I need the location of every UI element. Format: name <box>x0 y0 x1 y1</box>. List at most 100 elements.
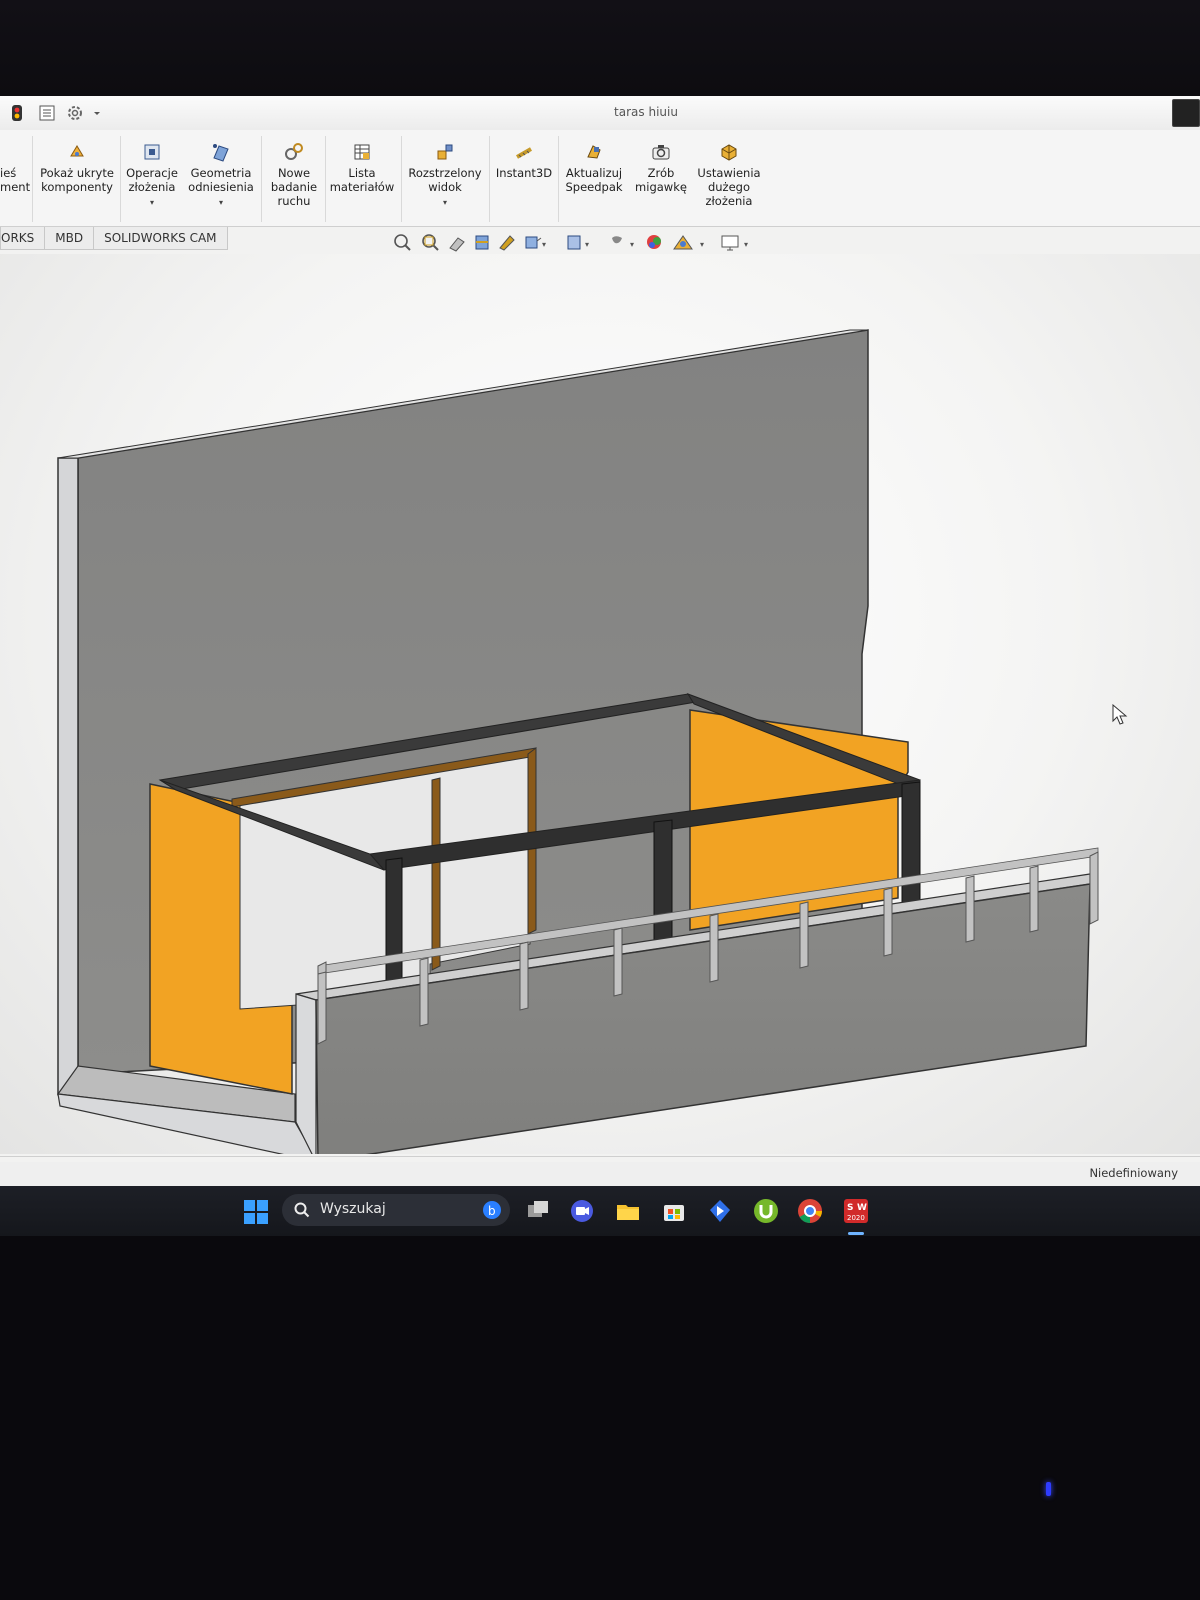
show-hidden-components-icon <box>70 145 84 157</box>
mouse-cursor-icon <box>1112 704 1128 725</box>
search-icon <box>294 1202 310 1218</box>
ribbon-separator <box>120 136 121 222</box>
tab-mbd[interactable]: MBD <box>44 227 95 250</box>
status-divider <box>0 1156 1200 1157</box>
view-orientation-icon[interactable]: ▾ <box>525 236 546 249</box>
instant3d-icon <box>516 147 532 159</box>
ribbon-separator <box>325 136 326 222</box>
edit-appearance-icon[interactable] <box>647 235 661 249</box>
solidworks-version-badge: 2020 <box>847 1214 865 1222</box>
window-mullion <box>431 777 441 971</box>
chevron-down-icon[interactable]: ▾ <box>404 196 486 210</box>
large-assembly-icon <box>721 144 737 161</box>
svg-text:S: S <box>847 1203 853 1213</box>
bing-icon[interactable]: b <box>482 1200 502 1220</box>
section-view-icon[interactable] <box>475 235 489 250</box>
show-hidden-components-label: Pokaż ukryte komponenty <box>40 166 114 194</box>
status-definition-text: Niedefiniowany <box>1089 1166 1178 1180</box>
meet-icon[interactable] <box>568 1197 596 1225</box>
instant3d-label: Instant3D <box>495 166 553 180</box>
dynamic-annotation-icon[interactable] <box>499 235 515 251</box>
pergola-post-front-left <box>385 857 403 989</box>
status-bar: Niedefiniowany <box>0 1162 1200 1186</box>
azure-icon[interactable] <box>706 1197 734 1225</box>
svg-text:▾: ▾ <box>585 240 589 249</box>
ribbon-separator <box>558 136 559 222</box>
window-title: taras hiuiu <box>614 105 678 119</box>
pergola-post-middle <box>653 819 673 949</box>
window-close-button[interactable] <box>1172 99 1200 127</box>
display-style-icon[interactable]: ▾ <box>567 235 589 250</box>
monitor-bezel-top <box>0 0 1200 96</box>
assembly-features-label: Operacje złożenia <box>126 166 178 194</box>
ribbon-separator <box>401 136 402 222</box>
reference-geometry-icon <box>213 144 229 162</box>
large-assembly-settings-label: Ustawienia dużego złożenia <box>697 166 761 208</box>
store-icon[interactable] <box>660 1197 688 1225</box>
search-placeholder: Wyszukaj <box>320 1201 386 1217</box>
svg-text:W: W <box>857 1203 867 1213</box>
ribbon-separator <box>489 136 490 222</box>
windows-start-icon[interactable] <box>243 1199 269 1225</box>
hide-show-icon[interactable]: ▾ <box>612 236 634 249</box>
pergola-post-right <box>901 781 921 909</box>
update-speedpak-label: Aktualizuj Speedpak <box>565 166 623 194</box>
ribbon-separator <box>32 136 33 222</box>
reference-geometry-button[interactable]: Geometria odniesienia ▾ <box>186 142 256 210</box>
taskbar-search-box[interactable]: Wyszukaj b <box>282 1194 510 1226</box>
previous-view-icon[interactable] <box>449 237 465 252</box>
svg-text:▾: ▾ <box>744 240 748 249</box>
svg-text:▾: ▾ <box>630 240 634 249</box>
heads-up-view-toolbar: ▾ ▾ ▾ ▾ ▾ <box>394 234 748 252</box>
solidworks-icon[interactable]: S W 2020 <box>842 1197 870 1225</box>
new-motion-study-label: Nowe badanie ruchu <box>270 166 318 208</box>
power-led <box>1046 1482 1051 1496</box>
zoom-area-icon[interactable] <box>422 234 439 251</box>
solidworks-window: taras hiuiu ieś ment Pokaż ukryte kompon… <box>0 96 1200 1186</box>
reference-geometry-label: Geometria odniesienia <box>188 166 254 194</box>
command-manager-tabs: ORKS MBD SOLIDWORKS CAM <box>0 227 228 251</box>
motion-study-icon <box>285 143 303 160</box>
chrome-icon[interactable] <box>796 1197 824 1225</box>
apply-scene-icon[interactable]: ▾ <box>673 235 704 250</box>
chevron-down-icon[interactable]: ▾ <box>186 196 256 210</box>
tab-solidworks-cam[interactable]: SOLIDWORKS CAM <box>93 227 228 250</box>
assembly-features-button[interactable]: Operacje złożenia ▾ <box>122 142 182 210</box>
chevron-down-icon[interactable]: ▾ <box>122 196 182 210</box>
windows-taskbar: Wyszukaj b S W 2020 <box>0 1186 1200 1236</box>
update-speedpak-button[interactable]: Aktualizuj Speedpak <box>561 142 627 194</box>
ribbon-button-clipped-label: ieś ment <box>0 166 31 194</box>
take-snapshot-button[interactable]: Zrób migawkę <box>632 142 690 194</box>
balcony-3d-model <box>56 329 1099 1154</box>
exploded-view-label: Rozstrzelony widok <box>408 166 482 194</box>
bill-of-materials-label: Lista materiałów <box>329 166 395 194</box>
instant3d-button[interactable]: Instant3D <box>492 142 556 180</box>
svg-text:▾: ▾ <box>542 240 546 249</box>
new-motion-study-button[interactable]: Nowe badanie ruchu <box>264 142 324 208</box>
title-bar: taras hiuiu <box>0 96 1200 131</box>
command-manager-ribbon: ieś ment Pokaż ukryte komponenty Operacj… <box>0 130 1200 227</box>
file-explorer-icon[interactable] <box>614 1197 642 1225</box>
speedpak-icon <box>587 145 601 159</box>
show-hidden-components-button[interactable]: Pokaż ukryte komponenty <box>38 142 116 194</box>
graphics-area[interactable] <box>0 254 1200 1154</box>
utorrent-icon[interactable] <box>752 1197 780 1225</box>
task-view-icon[interactable] <box>524 1197 552 1225</box>
active-app-indicator <box>848 1232 864 1235</box>
bill-of-materials-icon <box>354 144 370 160</box>
svg-text:b: b <box>488 1204 496 1218</box>
assembly-features-icon <box>144 144 160 160</box>
take-snapshot-label: Zrób migawkę <box>635 166 687 194</box>
svg-text:▾: ▾ <box>700 240 704 249</box>
monitor-bezel-bottom <box>0 1236 1200 1600</box>
tab-solidworks-addins[interactable]: ORKS <box>0 227 46 250</box>
camera-icon <box>652 145 670 160</box>
bill-of-materials-button[interactable]: Lista materiałów <box>328 142 396 194</box>
ribbon-button-clipped[interactable]: ieś ment <box>0 142 30 194</box>
view-settings-icon[interactable]: ▾ <box>721 235 748 251</box>
exploded-view-icon <box>437 144 453 160</box>
zoom-to-fit-icon[interactable] <box>394 234 411 251</box>
exploded-view-button[interactable]: Rozstrzelony widok ▾ <box>404 142 486 210</box>
large-assembly-settings-button[interactable]: Ustawienia dużego złożenia <box>694 142 764 208</box>
ribbon-separator <box>261 136 262 222</box>
